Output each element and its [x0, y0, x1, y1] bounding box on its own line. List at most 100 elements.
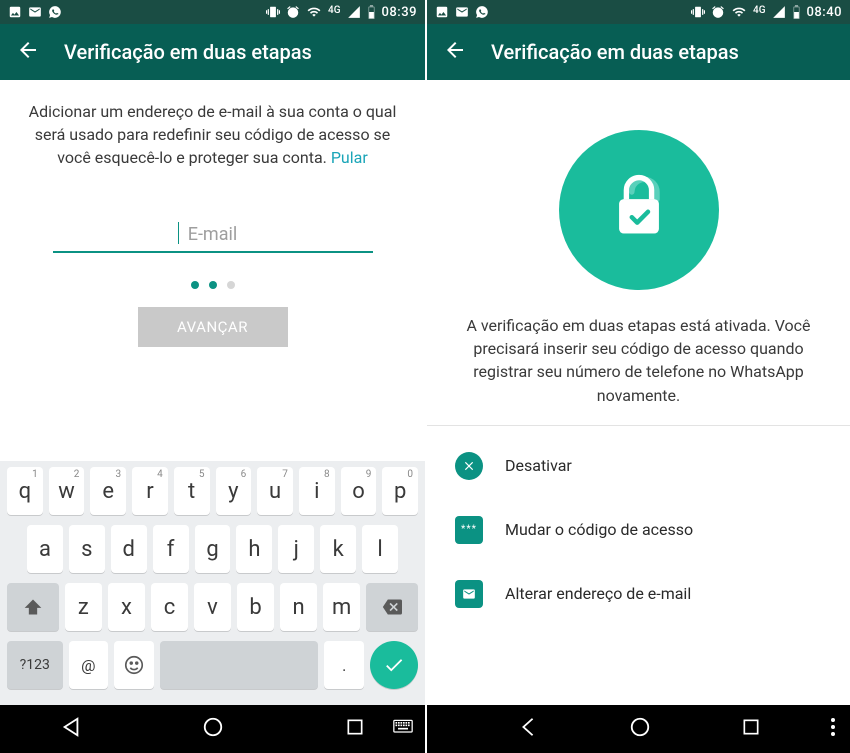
shift-key[interactable]	[7, 583, 59, 631]
signal-icon	[772, 5, 786, 19]
alarm-icon	[711, 5, 725, 19]
key-x[interactable]: x	[108, 583, 145, 631]
key-f[interactable]: f	[153, 525, 189, 573]
status-bar: 4G 08:40	[427, 0, 850, 24]
options-list: Desativar *** Mudar o código de acesso A…	[451, 434, 826, 626]
keyboard-toggle-icon[interactable]	[393, 719, 413, 739]
option-change-code[interactable]: *** Mudar o código de acesso	[451, 498, 826, 562]
wifi-icon	[306, 5, 322, 19]
status-time: 08:39	[382, 5, 417, 20]
whatsapp-icon	[48, 5, 62, 19]
option-label: Desativar	[505, 456, 572, 475]
back-icon[interactable]	[16, 38, 40, 66]
at-key[interactable]: @	[69, 641, 109, 689]
space-key[interactable]	[160, 641, 319, 689]
key-d[interactable]: d	[111, 525, 147, 573]
alarm-icon	[286, 5, 300, 19]
app-bar: Verificação em duas etapas	[0, 24, 425, 80]
nav-menu-icon[interactable]	[830, 717, 836, 741]
key-i[interactable]: i8	[299, 467, 335, 515]
nav-bar	[0, 705, 425, 753]
content-area: Adicionar um endereço de e-mail à sua co…	[0, 80, 425, 461]
key-s[interactable]: s	[69, 525, 105, 573]
keyboard-row-3: z x c v b n m	[4, 583, 421, 631]
nav-bar	[427, 705, 850, 753]
nav-back-icon[interactable]	[60, 716, 82, 742]
skip-link[interactable]: Pular	[331, 148, 368, 167]
dot-1	[191, 281, 199, 289]
key-r[interactable]: r4	[132, 467, 168, 515]
key-v[interactable]: v	[194, 583, 231, 631]
description-text: Adicionar um endereço de e-mail à sua co…	[24, 100, 401, 170]
key-h[interactable]: h	[236, 525, 272, 573]
advance-button[interactable]: AVANÇAR	[138, 307, 288, 347]
page-indicator	[24, 281, 401, 289]
key-n[interactable]: n	[280, 583, 317, 631]
email-placeholder: E-mail	[188, 224, 238, 245]
option-change-email[interactable]: Alterar endereço de e-mail	[451, 562, 826, 626]
key-p[interactable]: p0	[382, 467, 418, 515]
close-icon	[455, 452, 483, 480]
app-bar: Verificação em duas etapas	[427, 24, 850, 80]
key-o[interactable]: o9	[341, 467, 377, 515]
nav-recent-icon[interactable]	[345, 717, 365, 741]
option-label: Mudar o código de acesso	[505, 520, 693, 539]
key-y[interactable]: y6	[216, 467, 252, 515]
network-label: 4G	[753, 5, 766, 16]
vibrate-icon	[266, 5, 280, 19]
emoji-key[interactable]	[114, 641, 154, 689]
nav-home-icon[interactable]	[629, 716, 651, 742]
option-label: Alterar endereço de e-mail	[505, 584, 691, 603]
lock-badge	[559, 130, 719, 290]
key-c[interactable]: c	[151, 583, 188, 631]
symbols-key[interactable]: ?123	[7, 641, 63, 689]
key-a[interactable]: a	[27, 525, 63, 573]
phone-screen-left: 4G 08:39 Verificação em duas etapas Adic…	[0, 0, 425, 753]
option-disable[interactable]: Desativar	[451, 434, 826, 498]
backspace-key[interactable]	[366, 583, 418, 631]
content-area: A verificação em duas etapas está ativad…	[427, 80, 850, 705]
keyboard-row-2: a s d f g h j k l	[4, 525, 421, 573]
battery-icon	[367, 5, 376, 19]
app-bar-title: Verificação em duas etapas	[491, 40, 739, 64]
key-g[interactable]: g	[195, 525, 231, 573]
key-q[interactable]: q1	[7, 467, 43, 515]
key-j[interactable]: j	[278, 525, 314, 573]
key-e[interactable]: e3	[90, 467, 126, 515]
gmail-icon	[455, 5, 469, 19]
phone-screen-right: 4G 08:40 Verificação em duas etapas A ve…	[425, 0, 850, 753]
status-time: 08:40	[807, 5, 842, 20]
key-t[interactable]: t5	[174, 467, 210, 515]
enter-key[interactable]	[370, 641, 418, 689]
battery-icon	[792, 5, 801, 19]
gmail-icon	[28, 5, 42, 19]
nav-home-icon[interactable]	[202, 716, 224, 742]
status-bar: 4G 08:39	[0, 0, 425, 24]
network-label: 4G	[328, 5, 341, 16]
whatsapp-icon	[475, 5, 489, 19]
keyboard-row-1: q1 w2 e3 r4 t5 y6 u7 i8 o9 p0	[4, 467, 421, 515]
dot-2	[209, 281, 217, 289]
app-bar-title: Verificação em duas etapas	[64, 40, 312, 64]
signal-icon	[347, 5, 361, 19]
image-icon	[435, 5, 449, 19]
key-m[interactable]: m	[323, 583, 360, 631]
key-z[interactable]: z	[65, 583, 102, 631]
back-icon[interactable]	[443, 38, 467, 66]
key-b[interactable]: b	[237, 583, 274, 631]
stars-icon: ***	[455, 516, 483, 544]
nav-back-icon[interactable]	[517, 716, 539, 742]
wifi-icon	[731, 5, 747, 19]
image-icon	[8, 5, 22, 19]
nav-recent-icon[interactable]	[741, 717, 761, 741]
divider	[427, 425, 850, 426]
email-field[interactable]: E-mail	[53, 218, 373, 253]
key-u[interactable]: u7	[257, 467, 293, 515]
dot-3	[227, 281, 235, 289]
key-l[interactable]: l	[362, 525, 398, 573]
keyboard: q1 w2 e3 r4 t5 y6 u7 i8 o9 p0 a s d f g …	[0, 461, 425, 705]
key-k[interactable]: k	[320, 525, 356, 573]
description-text: A verificação em duas etapas está ativad…	[451, 314, 826, 407]
key-w[interactable]: w2	[49, 467, 85, 515]
dot-key[interactable]: .	[324, 641, 364, 689]
